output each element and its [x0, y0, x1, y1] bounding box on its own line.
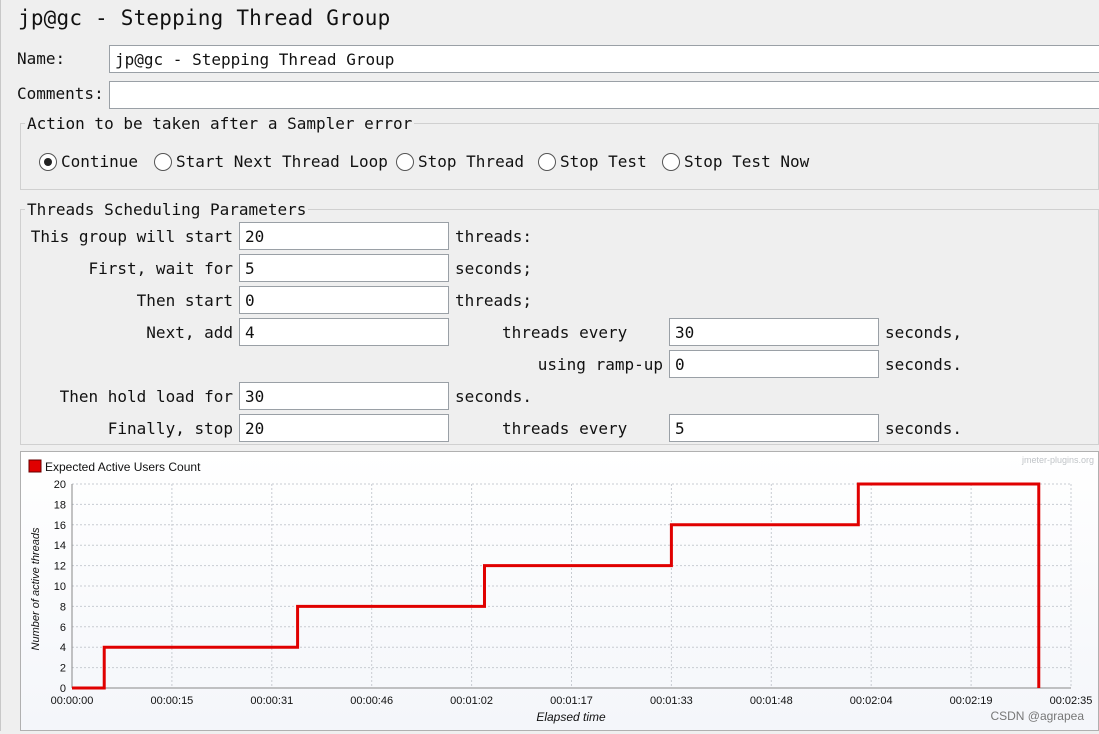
hold-input[interactable] — [239, 382, 449, 410]
y-tick-label: 4 — [60, 642, 66, 654]
x-tick-label: 00:00:15 — [150, 695, 193, 707]
radio-stop-test[interactable]: Stop Test — [538, 152, 647, 171]
active-threads-chart: 02468101214161820 00:00:00 00:00:15 00:00:… — [28, 455, 1094, 724]
next-add-label: Next, add — [146, 323, 233, 342]
legend-swatch — [28, 459, 42, 473]
y-tick-label: 10 — [54, 581, 66, 593]
every-input[interactable] — [669, 318, 879, 346]
start-threads-input[interactable] — [239, 222, 449, 250]
hold-label: Then hold load for — [59, 387, 233, 406]
x-tick-label: 00:01:17 — [550, 695, 593, 707]
radio-unselected-icon[interactable] — [662, 152, 680, 171]
wait-unit: seconds; — [455, 259, 533, 278]
radio-stop-test-now[interactable]: Stop Test Now — [662, 152, 809, 171]
next-add-input[interactable] — [239, 318, 449, 346]
comments-input[interactable] — [109, 81, 1099, 109]
name-label: Name: — [17, 49, 66, 68]
x-axis-title: Elapsed time — [536, 710, 606, 724]
rampup-unit: seconds. — [885, 355, 963, 374]
radio-unselected-icon[interactable] — [538, 152, 556, 171]
y-tick-label: 2 — [60, 663, 66, 675]
y-tick-label: 16 — [54, 520, 66, 532]
radio-continue-label: Continue — [61, 152, 139, 171]
start-threads-unit: threads: — [455, 227, 533, 246]
watermark-text: jmeter-plugins.org — [1021, 455, 1094, 465]
y-tick-label: 12 — [54, 561, 66, 573]
chart-panel: 0 2 4 6 8 10 12 14 16 18 20 00:00:00 00:00:15 00:00:… — [20, 451, 1099, 731]
x-tick-label: 00:01:33 — [650, 695, 693, 707]
radio-start-next-thread-loop-label: Start Next Thread Loop — [176, 152, 388, 171]
x-tick-label: 00:01:02 — [450, 695, 493, 707]
then-start-input[interactable] — [239, 286, 449, 314]
then-start-label: Then start — [136, 291, 233, 310]
comments-label: Comments: — [17, 84, 104, 103]
stop-input[interactable] — [239, 414, 449, 442]
radio-continue[interactable]: Continue — [39, 152, 138, 171]
stop-label: Finally, stop — [107, 419, 233, 438]
credit-text: CSDN @agrapea — [990, 709, 1084, 723]
radio-unselected-icon[interactable] — [396, 152, 414, 171]
stop-threads-every-label: threads every — [502, 419, 628, 438]
rampup-label: using ramp-up — [537, 355, 663, 374]
radio-unselected-icon[interactable] — [154, 152, 172, 171]
hold-unit: seconds. — [455, 387, 533, 406]
error-action-legend: Action to be taken after a Sampler error — [27, 114, 413, 133]
y-tick-label: 18 — [54, 499, 66, 511]
radio-selected-icon[interactable] — [39, 152, 57, 171]
radio-start-next-thread-loop[interactable]: Start Next Thread Loop — [154, 152, 388, 171]
y-tick-label: 20 — [54, 479, 66, 491]
y-axis-title: Number of active threads — [30, 527, 42, 650]
y-tick-label: 6 — [60, 622, 66, 634]
stop-every-input[interactable] — [669, 414, 879, 442]
x-tick-label: 00:00:46 — [350, 695, 393, 707]
y-axis-ticks: 0 2 4 6 8 10 12 14 16 18 20 — [54, 479, 66, 695]
y-tick-label: 8 — [60, 601, 66, 613]
legend-label: Expected Active Users Count — [45, 460, 201, 474]
x-tick-label: 00:00:00 — [51, 695, 94, 707]
x-axis-ticks: 00:00:00 00:00:15 00:00:31 00:00:46 00:01:02… — [51, 695, 1093, 707]
wait-input[interactable] — [239, 254, 449, 282]
x-tick-label: 00:02:04 — [850, 695, 893, 707]
page-title: jp@gc - Stepping Thread Group — [18, 6, 391, 30]
rampup-input[interactable] — [669, 350, 879, 378]
radio-stop-thread[interactable]: Stop Thread — [396, 152, 524, 171]
name-input[interactable] — [109, 45, 1099, 73]
start-threads-label: This group will start — [30, 227, 233, 246]
every-unit: seconds, — [885, 323, 963, 342]
wait-label: First, wait for — [88, 259, 234, 278]
x-tick-label: 00:01:48 — [750, 695, 793, 707]
y-tick-label: 14 — [54, 540, 66, 552]
window-edge — [0, 0, 1, 731]
y-tick-label: 0 — [60, 683, 66, 695]
then-start-unit: threads; — [455, 291, 533, 310]
x-tick-label: 00:00:31 — [250, 695, 293, 707]
x-tick-label: 00:02:35 — [1050, 695, 1093, 707]
stop-every-unit: seconds. — [885, 419, 963, 438]
radio-stop-thread-label: Stop Thread — [418, 152, 524, 171]
x-tick-label: 00:02:19 — [950, 695, 993, 707]
chart-grid — [71, 483, 1072, 689]
radio-stop-test-now-label: Stop Test Now — [684, 152, 810, 171]
threads-every-label: threads every — [502, 323, 628, 342]
scheduling-legend: Threads Scheduling Parameters — [27, 200, 307, 219]
radio-stop-test-label: Stop Test — [560, 152, 647, 171]
